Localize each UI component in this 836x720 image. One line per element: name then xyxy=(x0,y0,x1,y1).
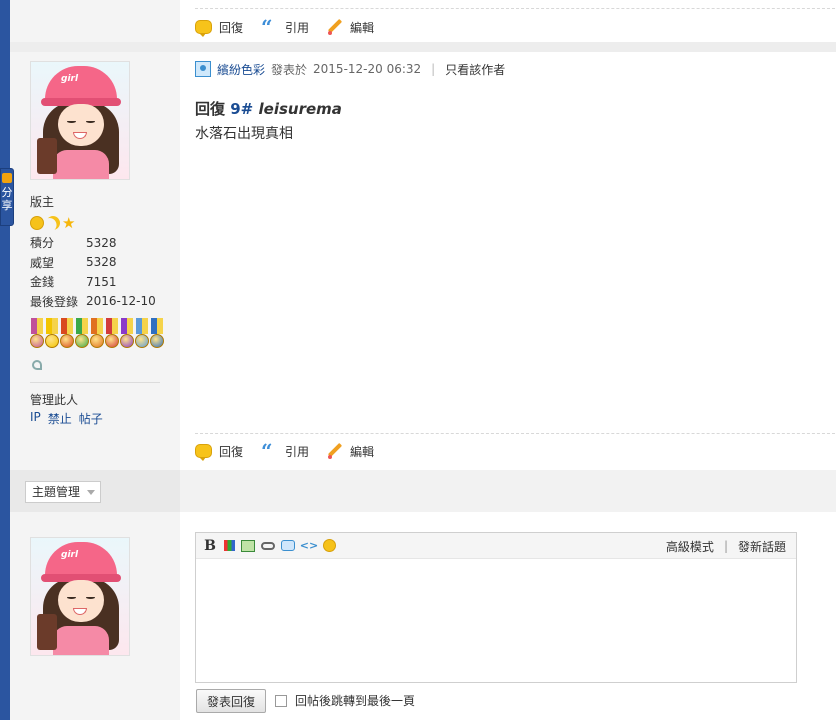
manage-user-title: 管理此人 xyxy=(30,393,79,407)
meta-separator: | xyxy=(431,62,436,76)
post-divider xyxy=(195,433,835,434)
user-role: 版主 xyxy=(30,195,55,209)
manage-ban-link[interactable]: 禁止 xyxy=(48,410,72,427)
topic-manage-dropdown[interactable]: 主題管理 xyxy=(25,481,102,503)
submit-reply-button[interactable]: 發表回復 xyxy=(196,689,266,713)
quote-icon: “ xyxy=(261,15,273,39)
manage-user-links: IP 禁止 帖子 xyxy=(30,410,103,427)
edit-button[interactable]: 編輯 xyxy=(327,19,374,36)
smiley-icon[interactable] xyxy=(323,539,336,552)
share-icon xyxy=(2,173,12,183)
medal-icon xyxy=(45,318,59,352)
star-rank-icon: ★ xyxy=(62,214,76,232)
post-title-prefix: 回復 xyxy=(195,100,226,118)
author-name-link[interactable]: 繽紛色彩 xyxy=(217,61,265,78)
quoted-user: leisurema xyxy=(258,100,342,118)
link-icon[interactable] xyxy=(261,541,275,550)
rank-stars: ★ xyxy=(30,215,165,231)
edit-button[interactable]: 編輯 xyxy=(327,443,374,460)
medal-row xyxy=(30,318,164,352)
quote-button[interactable]: “ 引用 xyxy=(261,15,310,39)
satellite-icon xyxy=(32,360,42,370)
pencil-icon xyxy=(327,443,343,459)
avatar-cap-text: girl xyxy=(61,550,79,560)
post-body: 水落石出現真相 xyxy=(195,126,293,142)
stat-row: 金錢 7151 xyxy=(30,274,117,290)
font-color-icon[interactable] xyxy=(224,540,235,551)
reply-icon xyxy=(195,444,212,461)
reply-editor: B <> 高級模式 | 發新話題 xyxy=(195,532,797,683)
jump-to-last-checkbox[interactable] xyxy=(275,694,287,707)
editor-link-separator: | xyxy=(723,539,728,553)
author-avatar[interactable]: girl xyxy=(30,61,130,180)
jump-to-last-option[interactable]: 回帖後跳轉到最後一頁 xyxy=(275,692,415,709)
sun-rank-icon xyxy=(30,216,44,230)
reply-user-avatar[interactable]: girl xyxy=(30,537,130,656)
quote-label: 引用 xyxy=(285,444,310,459)
post-divider xyxy=(195,8,835,9)
stat-row: 威望 5328 xyxy=(30,255,117,270)
previous-post-actions: 回復 “ 引用 編輯 xyxy=(195,16,374,38)
online-status-icon xyxy=(195,61,211,77)
share-tab[interactable]: 分享 xyxy=(0,168,14,226)
sidebar-divider xyxy=(30,382,160,383)
post-meta: 繽紛色彩 發表於 2015-12-20 06:32 | 只看該作者 xyxy=(195,60,505,78)
quote-button[interactable]: “ 引用 xyxy=(261,439,310,463)
user-stats: 積分 5328 威望 5328 金錢 7151 最後登錄 2016-12-10 xyxy=(30,233,165,311)
reply-button[interactable]: 回復 xyxy=(195,19,244,37)
pencil-icon xyxy=(327,19,343,35)
post-title: 回復 9# leisurema xyxy=(195,98,342,119)
quote-icon: “ xyxy=(261,439,273,463)
editor-toolbar: B <> 高級模式 | 發新話題 xyxy=(196,533,796,559)
stat-row: 最後登錄 2016-12-10 xyxy=(30,294,156,309)
edit-label: 編輯 xyxy=(350,20,375,35)
moon-rank-icon xyxy=(43,213,62,232)
reply-label: 回復 xyxy=(219,20,244,35)
avatar-cap-text: girl xyxy=(61,74,79,84)
manage-posts-link[interactable]: 帖子 xyxy=(79,410,103,427)
posted-time: 2015-12-20 06:32 xyxy=(313,62,422,76)
post-separator xyxy=(10,42,836,52)
medal-icon xyxy=(90,318,104,352)
bold-icon[interactable]: B xyxy=(202,538,218,554)
only-author-link[interactable]: 只看該作者 xyxy=(445,61,505,78)
medal-icon xyxy=(105,318,119,352)
new-topic-link[interactable]: 發新話題 xyxy=(738,538,786,555)
editor-links: 高級模式 | 發新話題 xyxy=(666,533,786,559)
reply-icon xyxy=(195,20,212,37)
advanced-mode-link[interactable]: 高級模式 xyxy=(666,538,714,555)
edit-label: 編輯 xyxy=(350,444,375,459)
post-floor-link[interactable]: 9# xyxy=(230,100,253,118)
quote-block-icon[interactable] xyxy=(281,540,295,551)
post-actions: 回復 “ 引用 編輯 xyxy=(195,440,374,462)
share-tab-label: 分享 xyxy=(1,186,13,212)
reply-textarea[interactable] xyxy=(196,559,796,681)
medal-icon xyxy=(150,318,164,352)
quote-label: 引用 xyxy=(285,20,310,35)
page-edge-strip xyxy=(0,0,10,720)
image-icon[interactable] xyxy=(241,539,255,552)
author-info: 版主 ★ 積分 5328 威望 5328 金錢 7151 最後登錄 2016-1… xyxy=(30,193,165,311)
topic-manage-row: 主題管理 xyxy=(10,470,836,512)
medal-icon xyxy=(120,318,134,352)
reply-button[interactable]: 回復 xyxy=(195,443,244,461)
reply-label: 回復 xyxy=(219,444,244,459)
jump-to-last-label: 回帖後跳轉到最後一頁 xyxy=(295,694,416,708)
medal-icon xyxy=(135,318,149,352)
medal-icon xyxy=(60,318,74,352)
manage-ip-link[interactable]: IP xyxy=(30,410,41,427)
stat-row: 積分 5328 xyxy=(30,235,117,251)
medal-icon xyxy=(75,318,89,352)
posted-label: 發表於 xyxy=(271,62,308,77)
medal-icon xyxy=(30,318,44,352)
code-icon[interactable]: <> xyxy=(300,538,318,554)
